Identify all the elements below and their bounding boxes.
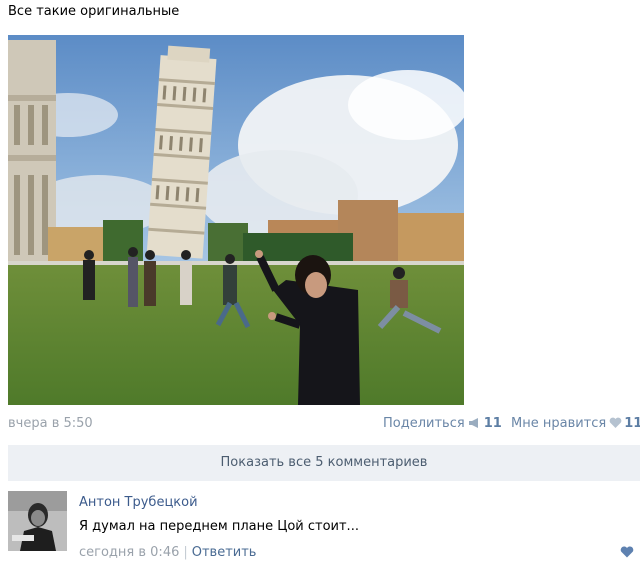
share-count: 11	[483, 416, 502, 431]
heart-icon	[609, 417, 622, 428]
comment-date[interactable]: сегодня в 0:46	[79, 545, 179, 560]
like-count: 111	[624, 416, 640, 431]
share-label: Поделиться	[383, 416, 465, 431]
megaphone-icon	[468, 418, 478, 428]
post-meta: вчера в 5:50 Поделиться 11 Мне нравится 11…	[0, 415, 640, 433]
reply-link[interactable]: Ответить	[192, 545, 257, 560]
avatar[interactable]	[8, 491, 67, 551]
like-label: Мне нравится	[511, 416, 607, 431]
comment-meta-divider: |	[183, 545, 188, 560]
post-date[interactable]: вчера в 5:50	[8, 415, 93, 433]
comment-author[interactable]: Антон Трубецкой	[79, 494, 198, 512]
comment-text: Я думал на переднем плане Цой стоит...	[79, 519, 359, 534]
comment-like-heart-icon[interactable]	[620, 546, 634, 558]
show-all-comments-button[interactable]: Показать все 5 комментариев	[8, 445, 640, 481]
like-button[interactable]: Мне нравится 111	[511, 415, 640, 433]
comment-meta: сегодня в 0:46 | Ответить	[79, 544, 256, 562]
share-button[interactable]: Поделиться 11	[383, 415, 502, 433]
post-photo[interactable]	[8, 35, 464, 405]
post-text: Все такие оригинальные	[8, 4, 180, 19]
